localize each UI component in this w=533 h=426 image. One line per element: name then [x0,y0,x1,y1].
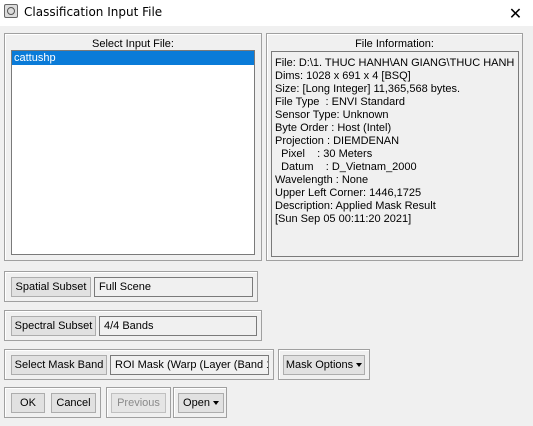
info-line: File Type : ENVI Standard [275,96,406,108]
app-icon [4,4,18,18]
input-panel-title: Select Input File: [92,38,174,50]
open-label: Open [183,397,210,409]
input-file-panel: Select Input File: cattushp [4,33,262,261]
info-line: Upper Left Corner: 1446,1725 [275,187,422,199]
spectral-subset-group: Spectral Subset 4/4 Bands [4,310,262,341]
mask-band-group: Select Mask Band ROI Mask (Warp (Layer (… [4,349,274,380]
info-line: Wavelength : None [275,174,369,186]
info-line: Pixel : 30 Meters [275,148,373,160]
mask-band-value: ROI Mask (Warp (Layer (Band 1: [110,355,269,375]
spectral-subset-button[interactable]: Spectral Subset [11,316,96,336]
mask-options-group: Mask Options [278,349,370,380]
open-group: Open [173,387,227,418]
cancel-button[interactable]: Cancel [51,393,96,413]
mask-options-label: Mask Options [285,359,354,371]
ok-cancel-group: OK Cancel [4,387,101,418]
info-line: Dims: 1028 x 691 x 4 [BSQ] [275,70,411,82]
ok-button[interactable]: OK [11,393,45,413]
list-item[interactable]: cattushp [12,51,254,65]
info-line: File: D:\1. THUC HANH\AN GIANG\THUC HANH… [275,57,519,69]
info-line: Projection : DIEMDENAN [275,135,400,147]
info-line: Datum : D_Vietnam_2000 [275,161,417,173]
caret-down-icon [212,401,219,406]
select-mask-band-button[interactable]: Select Mask Band [11,355,107,375]
spatial-subset-group: Spatial Subset Full Scene [4,271,258,302]
info-line: [Sun Sep 05 00:11:20 2021] [275,213,412,225]
previous-button[interactable]: Previous [111,393,166,413]
file-info-panel: File Information: File: D:\1. THUC HANH\… [266,33,523,261]
info-line: Description: Applied Mask Result [275,200,436,212]
file-info-text: File: D:\1. THUC HANH\AN GIANG\THUC HANH… [271,51,519,257]
info-panel-title: File Information: [355,38,434,50]
spatial-subset-value: Full Scene [94,277,253,297]
spatial-subset-button[interactable]: Spatial Subset [11,277,91,297]
info-line: Sensor Type: Unknown [275,109,389,121]
close-icon[interactable]: ✕ [498,0,533,26]
mask-options-button[interactable]: Mask Options [283,355,365,375]
caret-down-icon [356,363,363,368]
info-line: Size: [Long Integer] 11,365,568 bytes. [275,83,461,95]
previous-group: Previous [106,387,171,418]
title-bar: Classification Input File ✕ [0,0,533,26]
window-title: Classification Input File [24,5,163,19]
spectral-subset-value: 4/4 Bands [99,316,257,336]
info-line: Byte Order : Host (Intel) [275,122,392,134]
open-button[interactable]: Open [178,393,224,413]
input-file-list[interactable]: cattushp [11,50,255,255]
